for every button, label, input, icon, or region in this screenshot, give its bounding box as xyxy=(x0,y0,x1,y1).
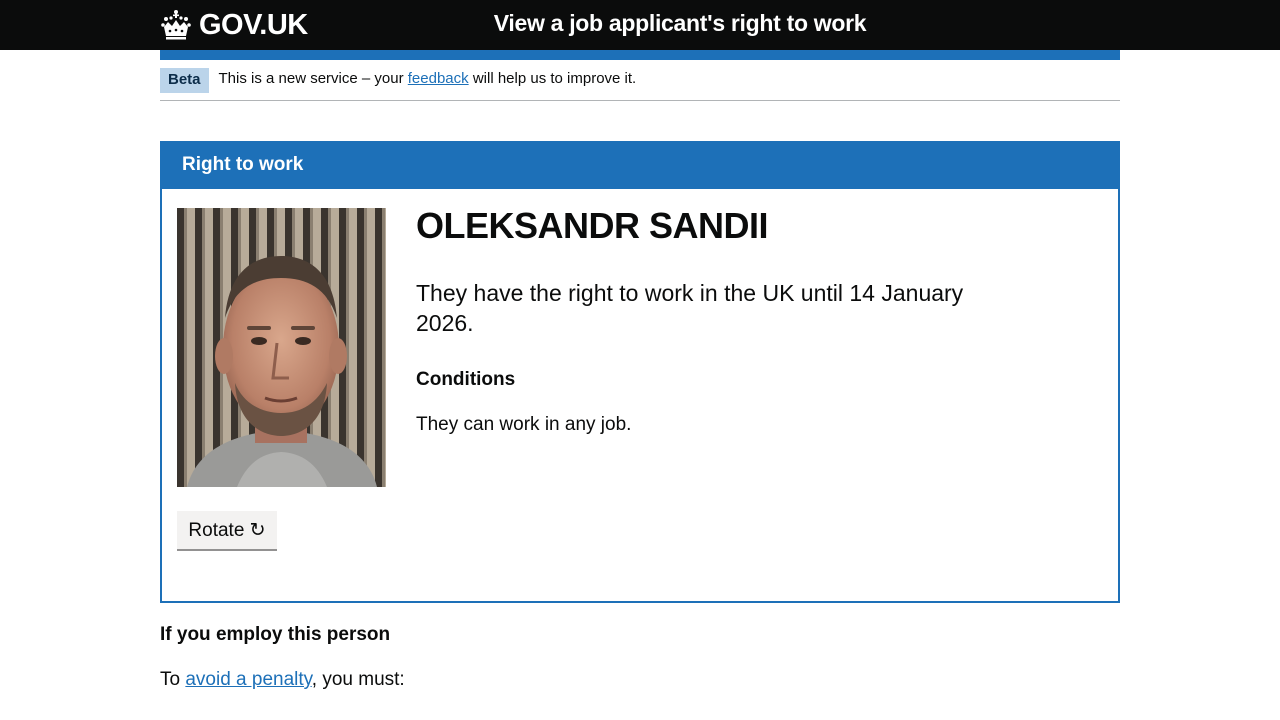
crown-icon xyxy=(161,10,191,40)
phase-text-before: This is a new service – your xyxy=(218,70,408,87)
applicant-photo xyxy=(177,208,386,487)
beta-tag: Beta xyxy=(160,68,209,93)
right-to-work-statement: They have the right to work in the UK un… xyxy=(416,280,964,336)
employ-text-before: To xyxy=(160,669,186,690)
govuk-logo-link[interactable]: GOV.UK xyxy=(160,5,308,45)
right-to-work-panel: Right to work Rotate ↻ OLEKSANDR SANDII … xyxy=(160,141,1120,603)
panel-title: Right to work xyxy=(162,143,1118,189)
employ-heading: If you employ this person xyxy=(160,624,391,645)
rotate-button[interactable]: Rotate ↻ xyxy=(177,511,277,551)
feedback-link[interactable]: feedback xyxy=(408,70,469,87)
conditions-heading: Conditions xyxy=(416,369,516,390)
govuk-header: GOV.UK View a job applicant's right to w… xyxy=(0,0,1280,50)
avoid-penalty-link[interactable]: avoid a penalty xyxy=(185,669,311,690)
phase-text-after: will help us to improve it. xyxy=(468,70,637,87)
logo-text: GOV.UK xyxy=(199,8,308,41)
phase-text: This is a new service – your feedback wi… xyxy=(219,67,637,91)
employ-text-after: , you must: xyxy=(311,669,405,690)
service-name[interactable]: View a job applicant's right to work xyxy=(440,10,920,37)
employ-text: To avoid a penalty, you must: xyxy=(160,669,405,691)
person-name: OLEKSANDR SANDII xyxy=(416,205,769,246)
header-blue-strip xyxy=(160,50,1120,60)
conditions-text: They can work in any job. xyxy=(416,414,632,435)
applicant-photo-image xyxy=(177,208,386,487)
phase-banner: Beta This is a new service – your feedba… xyxy=(160,68,1120,101)
